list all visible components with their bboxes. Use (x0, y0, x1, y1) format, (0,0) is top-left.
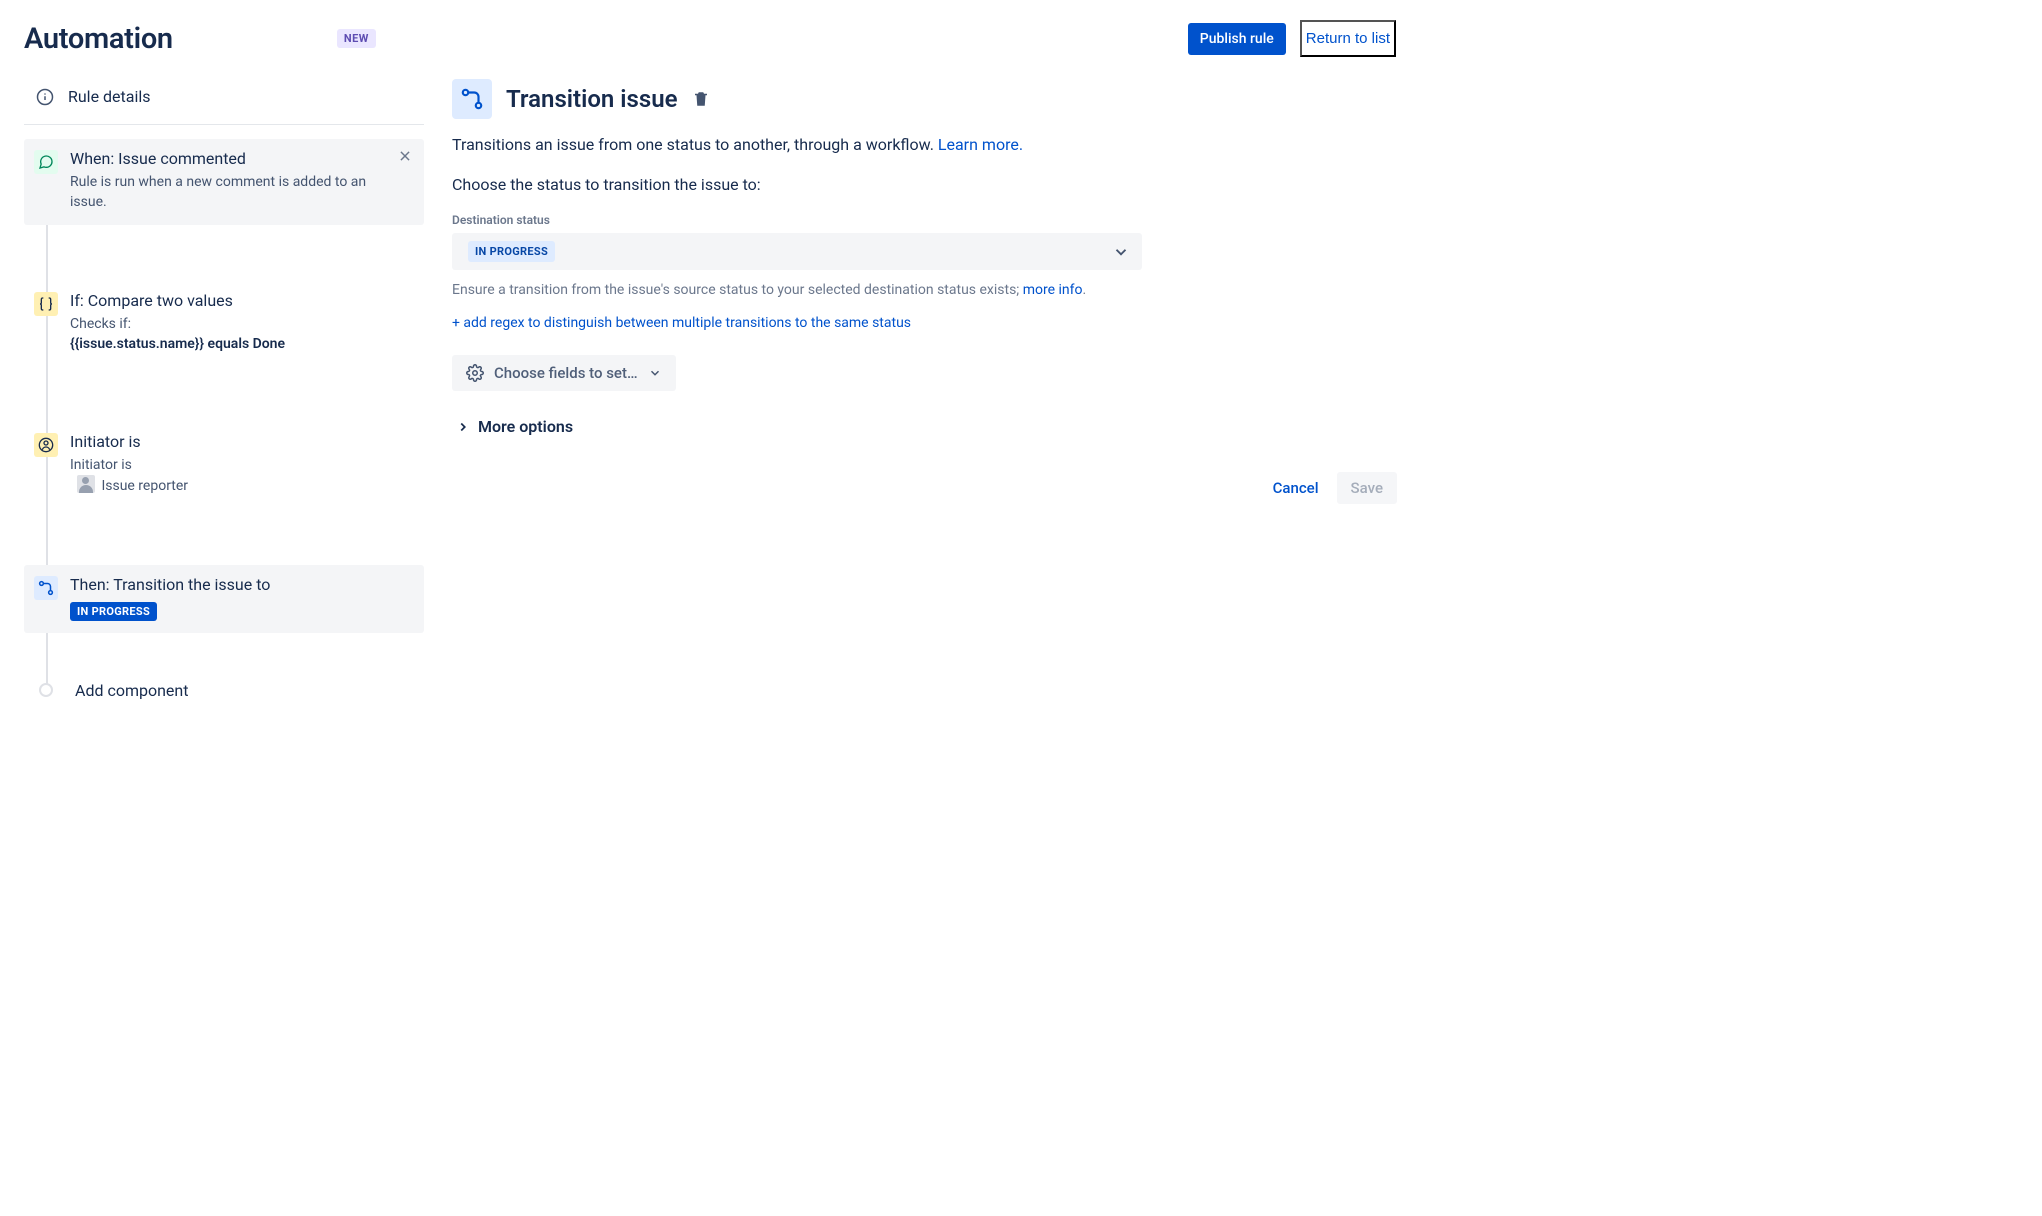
destination-status-label: Destination status (452, 213, 1397, 227)
trigger-step-issue-commented[interactable]: When: Issue commented Rule is run when a… (24, 139, 424, 225)
action-step-transition-issue[interactable]: Then: Transition the issue to IN PROGRES… (24, 565, 424, 633)
destination-status-select[interactable]: IN PROGRESS (452, 233, 1142, 270)
save-button[interactable]: Save (1337, 472, 1397, 504)
divider (24, 124, 424, 125)
publish-rule-button[interactable]: Publish rule (1188, 23, 1286, 55)
add-regex-link[interactable]: + add regex to distinguish between multi… (452, 315, 911, 331)
chevron-down-icon (1112, 243, 1130, 261)
transition-icon (452, 79, 492, 119)
braces-icon (34, 292, 58, 316)
return-to-list-link[interactable]: Return to list (1300, 20, 1396, 57)
add-component-label: Add component (75, 681, 188, 700)
page-header: Automation NEW Publish rule Return to li… (24, 0, 1396, 77)
condition-step-initiator[interactable]: Initiator is Initiator is Issue reporter (24, 422, 424, 509)
remove-step-icon[interactable] (396, 149, 414, 213)
avatar-placeholder-icon (77, 475, 95, 493)
panel-intro: Transitions an issue from one status to … (452, 133, 1397, 157)
gear-icon (466, 364, 484, 382)
info-icon (36, 88, 54, 106)
step-title: Initiator is (70, 432, 414, 451)
chevron-down-icon (648, 366, 662, 380)
comment-icon (34, 150, 58, 174)
rule-details-label: Rule details (68, 87, 151, 106)
choose-fields-label: Choose fields to set… (494, 364, 638, 382)
add-component-button[interactable]: Add component (24, 677, 424, 704)
page-title: Automation (24, 22, 173, 56)
status-lozenge: IN PROGRESS (468, 241, 555, 262)
cancel-button[interactable]: Cancel (1261, 472, 1331, 504)
learn-more-link[interactable]: Learn more. (938, 135, 1023, 154)
step-title: If: Compare two values (70, 291, 414, 310)
condition-step-compare-values[interactable]: If: Compare two values Checks if: {{issu… (24, 281, 424, 367)
choose-status-label: Choose the status to transition the issu… (452, 173, 1397, 197)
chevron-right-icon (456, 420, 470, 434)
step-description: Initiator is Issue reporter (70, 455, 414, 497)
more-info-link[interactable]: more info (1023, 282, 1083, 298)
add-dot-icon (39, 683, 53, 697)
step-title: When: Issue commented (70, 149, 384, 168)
rule-sidebar: Rule details When: Issue commented Rule … (24, 77, 424, 704)
status-badge: IN PROGRESS (70, 602, 157, 621)
user-circle-icon (34, 433, 58, 457)
choose-fields-button[interactable]: Choose fields to set… (452, 355, 676, 391)
step-title: Then: Transition the issue to (70, 575, 414, 594)
step-description: Checks if: {{issue.status.name}} equals … (70, 314, 414, 355)
delete-icon[interactable] (692, 90, 710, 108)
transition-icon (34, 576, 58, 600)
panel-title: Transition issue (506, 85, 678, 113)
rule-details-link[interactable]: Rule details (24, 77, 424, 116)
more-options-label: More options (478, 417, 573, 436)
step-description: Rule is run when a new comment is added … (70, 172, 384, 213)
action-config-panel: Transition issue Transitions an issue fr… (452, 77, 1397, 704)
destination-help-text: Ensure a transition from the issue's sou… (452, 280, 1397, 301)
more-options-toggle[interactable]: More options (452, 417, 1397, 436)
new-badge: NEW (337, 29, 376, 48)
